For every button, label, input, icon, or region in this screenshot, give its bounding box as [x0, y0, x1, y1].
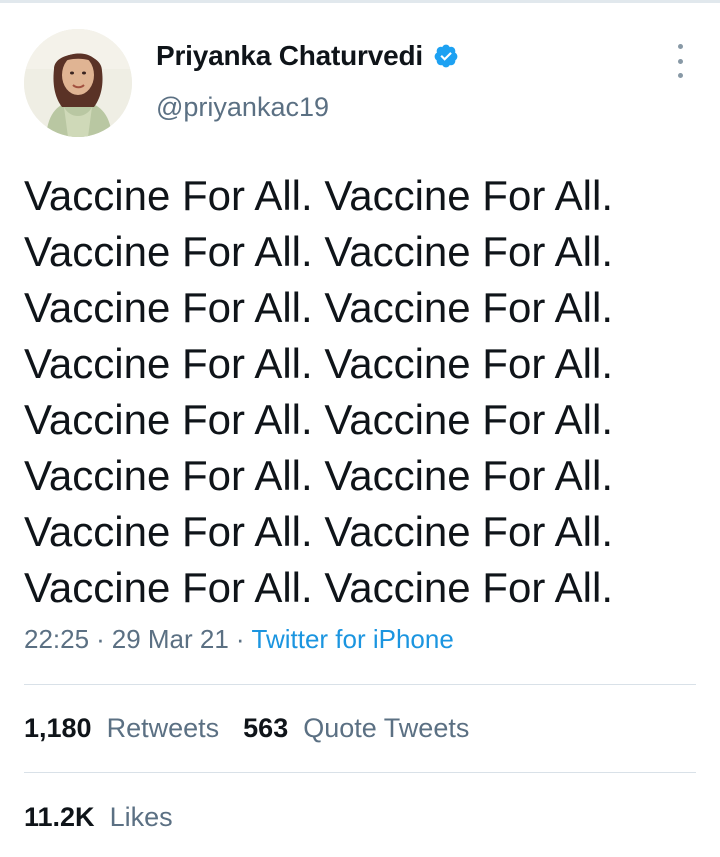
likes-stat[interactable]: 11.2K Likes: [24, 802, 173, 833]
tweet-line: Vaccine For All. Vaccine For All.: [24, 172, 614, 219]
meta-separator: ·: [96, 624, 105, 654]
top-divider: [0, 0, 720, 3]
divider: [24, 772, 696, 773]
retweets-label: Retweets: [106, 713, 220, 743]
avatar[interactable]: [24, 29, 132, 137]
tweet-time[interactable]: 22:25: [24, 624, 89, 655]
quote-tweets-stat[interactable]: 563 Quote Tweets: [243, 713, 469, 744]
tweet-line: Vaccine For All. Vaccine For All.: [24, 340, 614, 387]
verified-badge-icon: [433, 43, 459, 69]
likes-label: Likes: [109, 802, 173, 832]
quote-tweets-count: 563: [243, 713, 296, 743]
tweet-date[interactable]: 29 Mar 21: [112, 624, 229, 655]
user-name[interactable]: Priyanka Chaturvedi: [156, 40, 459, 72]
tweet-line: Vaccine For All. Vaccine For All.: [24, 564, 614, 611]
more-options-button[interactable]: [664, 44, 696, 78]
likes-row: 11.2K Likes: [24, 802, 173, 833]
more-vertical-icon: [677, 44, 683, 49]
tweet-line: Vaccine For All. Vaccine For All.: [24, 284, 614, 331]
tweet-line: Vaccine For All. Vaccine For All.: [24, 396, 614, 443]
profile-photo-icon: [24, 29, 132, 137]
user-handle[interactable]: @priyankac19: [156, 92, 329, 123]
meta-separator: ·: [235, 624, 245, 654]
divider: [24, 684, 696, 685]
tweet-line: Vaccine For All. Vaccine For All.: [24, 452, 614, 499]
tweet-line: Vaccine For All. Vaccine For All.: [24, 508, 614, 555]
likes-count: 11.2K: [24, 802, 103, 832]
tweet-line: Vaccine For All. Vaccine For All.: [24, 228, 614, 275]
retweets-stat[interactable]: 1,180 Retweets: [24, 713, 219, 744]
quote-tweets-label: Quote Tweets: [303, 713, 470, 743]
tweet-source-link[interactable]: Twitter for iPhone: [252, 624, 454, 655]
tweet-text: Vaccine For All. Vaccine For All. Vaccin…: [24, 168, 694, 616]
retweets-count: 1,180: [24, 713, 100, 743]
engagement-stats: 1,180 Retweets 563 Quote Tweets: [24, 713, 469, 744]
tweet-meta: 22:25 · 29 Mar 21 · Twitter for iPhone: [24, 624, 454, 655]
user-name-text: Priyanka Chaturvedi: [156, 40, 423, 71]
